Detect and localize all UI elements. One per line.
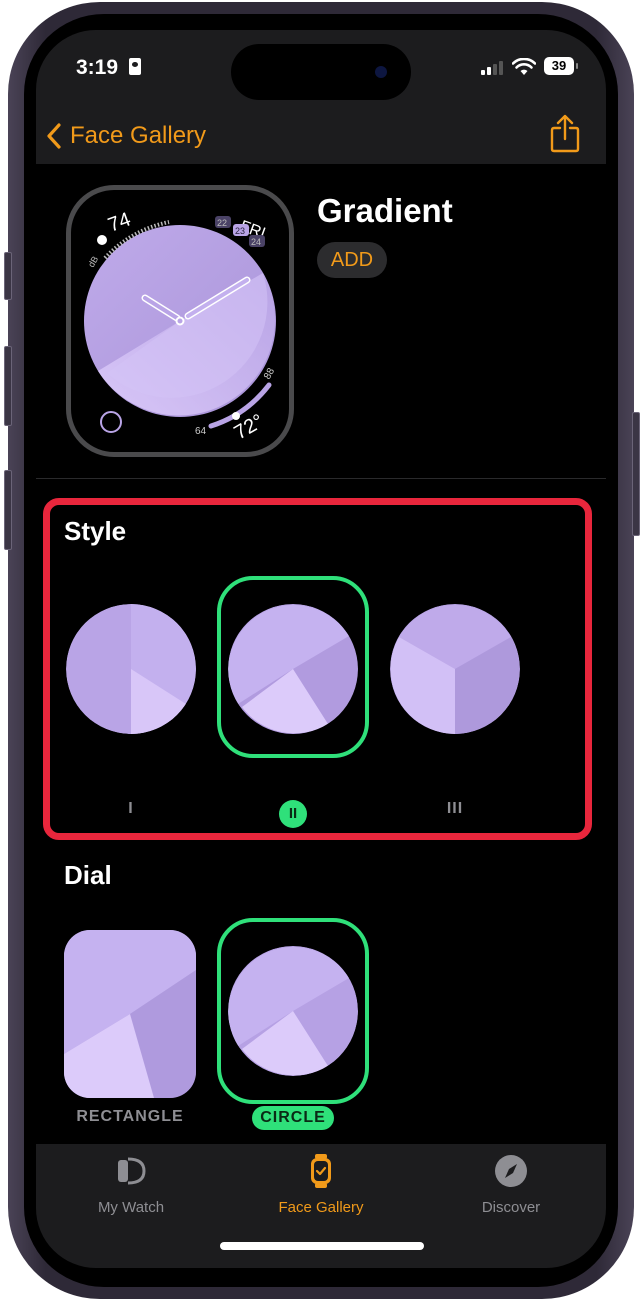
watch-face-icon bbox=[311, 1154, 331, 1188]
style-option-2[interactable] bbox=[228, 604, 358, 734]
date-next: 24 bbox=[251, 237, 261, 247]
share-icon[interactable] bbox=[548, 114, 582, 154]
temp-low: 64 bbox=[195, 426, 207, 437]
back-button[interactable]: Face Gallery bbox=[46, 122, 206, 150]
noise-icon bbox=[97, 235, 107, 245]
compass-icon bbox=[495, 1155, 527, 1187]
tab-label-face-gallery: Face Gallery bbox=[278, 1199, 364, 1216]
add-button[interactable]: ADD bbox=[317, 242, 387, 278]
dial-option-circle[interactable] bbox=[228, 946, 358, 1076]
screen: 3:19 39 Face Gallery 74 dB FRI 22 23 24 … bbox=[36, 30, 606, 1268]
date-current: 23 bbox=[235, 226, 245, 236]
status-bar: 3:19 39 bbox=[36, 30, 606, 122]
style-option-1[interactable] bbox=[66, 604, 196, 734]
action-button bbox=[4, 252, 12, 300]
dial-label-rectangle: RECTANGLE bbox=[76, 1108, 184, 1125]
date-prev: 22 bbox=[217, 218, 227, 228]
decibel-unit: dB bbox=[86, 254, 100, 269]
cellular-signal-icon bbox=[481, 61, 503, 75]
tab-label-my-watch: My Watch bbox=[97, 1199, 165, 1216]
face-detail-content: 74 dB FRI 22 23 24 64 88 72° Gradient AD… bbox=[36, 164, 606, 1144]
dial-label-circle-selected: CIRCLE bbox=[252, 1106, 334, 1130]
home-indicator[interactable] bbox=[220, 1242, 424, 1250]
timer-icon bbox=[100, 411, 122, 433]
divider bbox=[36, 478, 606, 479]
style-title: Style bbox=[64, 516, 127, 546]
tab-my-watch[interactable]: My Watch bbox=[36, 1154, 226, 1216]
style-label-2-selected: II bbox=[279, 800, 307, 828]
status-time: 3:19 bbox=[76, 56, 119, 79]
tab-face-gallery[interactable]: Face Gallery bbox=[226, 1154, 416, 1216]
dial-option-rectangle[interactable] bbox=[64, 930, 196, 1098]
tab-label-discover: Discover bbox=[481, 1199, 541, 1216]
camera-icon bbox=[375, 66, 387, 78]
temp-high: 88 bbox=[262, 366, 277, 382]
chevron-left-icon bbox=[47, 123, 61, 149]
contact-card-icon bbox=[129, 58, 141, 75]
battery-tip bbox=[576, 63, 578, 69]
volume-down-button bbox=[4, 470, 12, 550]
dial-title: Dial bbox=[64, 860, 112, 890]
volume-up-button bbox=[4, 346, 12, 426]
tab-discover[interactable]: Discover bbox=[416, 1154, 606, 1216]
back-label: Face Gallery bbox=[70, 122, 207, 149]
style-label-3: III bbox=[446, 800, 464, 817]
face-title: Gradient bbox=[317, 192, 453, 229]
watch-outline-icon bbox=[118, 1157, 146, 1185]
style-label-1: I bbox=[128, 800, 134, 817]
watch-face-preview: 74 dB FRI 22 23 24 64 88 72° bbox=[66, 185, 294, 457]
battery-indicator: 39 bbox=[544, 57, 574, 75]
wifi-icon bbox=[512, 58, 536, 75]
dynamic-island bbox=[231, 44, 411, 100]
style-option-3[interactable] bbox=[390, 604, 520, 734]
power-button bbox=[632, 412, 640, 536]
navigation-bar: Face Gallery bbox=[36, 114, 606, 164]
decibel-value: 74 bbox=[105, 208, 133, 236]
